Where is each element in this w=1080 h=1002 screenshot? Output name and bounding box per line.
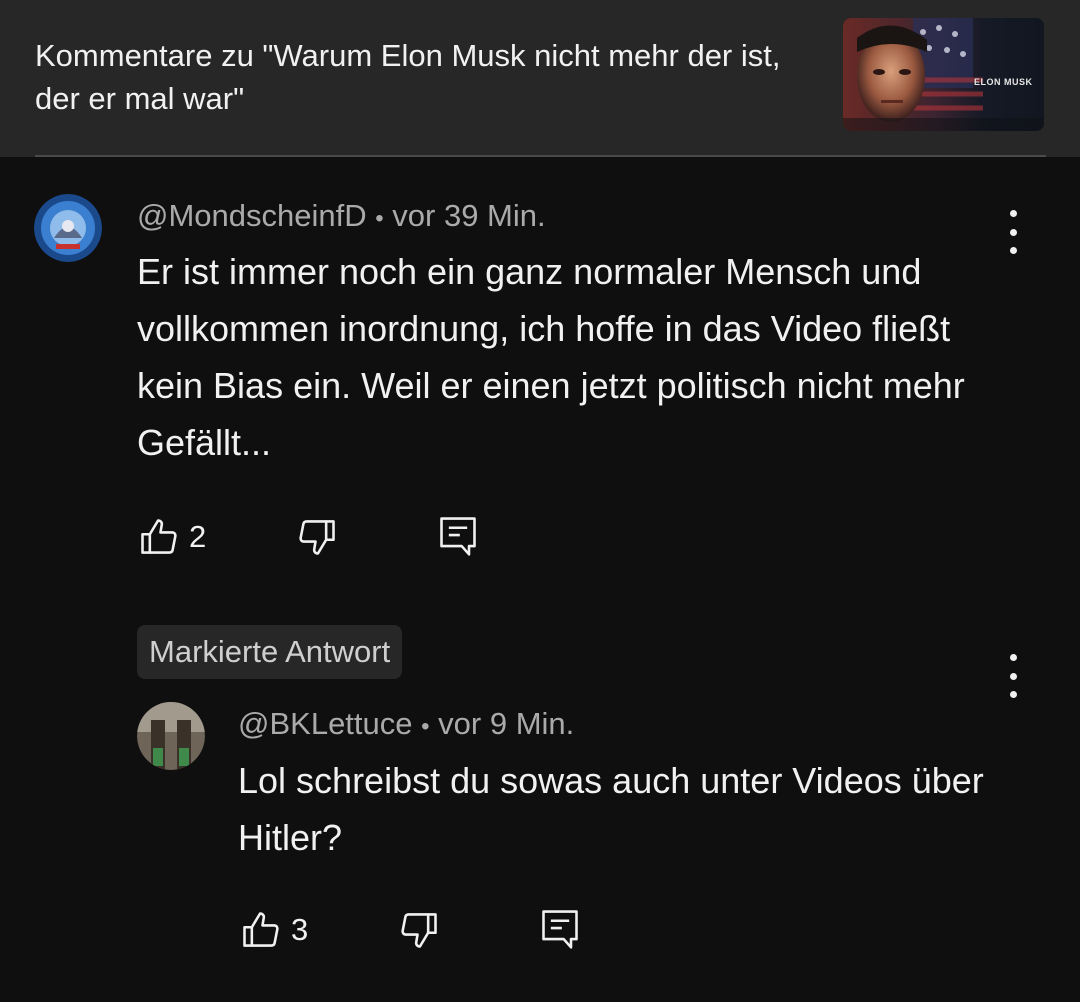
reply-button[interactable] (436, 513, 480, 559)
reply-button[interactable] (538, 906, 582, 952)
meta-separator: • (421, 713, 430, 740)
reply-text: Lol schreibst du sowas auch unter Videos… (238, 760, 984, 858)
avatar[interactable] (137, 702, 205, 770)
like-button[interactable]: 3 (239, 908, 308, 952)
like-count: 2 (189, 519, 207, 554)
avatar-image (137, 702, 205, 770)
reply-icon (542, 910, 578, 949)
dislike-button[interactable] (397, 908, 441, 952)
avatar[interactable] (34, 194, 102, 262)
comment-author[interactable]: @MondscheinfD (137, 198, 367, 233)
comment-text: Er ist immer noch ein ganz normaler Mens… (137, 251, 965, 463)
reply-time: vor 9 Min. (438, 706, 575, 741)
like-button[interactable]: 2 (137, 515, 206, 559)
thumbnail-label: ELON MUSK (974, 77, 1033, 87)
reply-author[interactable]: @BKLettuce (238, 706, 413, 741)
comments-header: Kommentare zu "Warum Elon Musk nicht meh… (0, 0, 1080, 157)
reply-icon (440, 517, 476, 556)
reply-meta: @BKLettuce • vor 9 Min. (238, 706, 574, 742)
video-thumbnail[interactable]: ELON MUSK (843, 18, 1044, 131)
avatar-image (34, 194, 102, 262)
thumbs-up-icon (243, 912, 279, 947)
header-title: Kommentare zu "Warum Elon Musk nicht meh… (35, 38, 781, 116)
comment-time: vor 39 Min. (392, 198, 546, 233)
more-vertical-icon[interactable] (1001, 652, 1025, 700)
thumbs-down-icon (299, 520, 335, 555)
highlighted-reply-badge: Markierte Antwort (137, 625, 403, 679)
comment-meta: @MondscheinfD • vor 39 Min. (137, 198, 546, 234)
like-count: 3 (291, 912, 309, 947)
meta-separator: • (375, 205, 384, 232)
thumbs-down-icon (401, 913, 437, 948)
thumbs-up-icon (141, 519, 177, 554)
header-divider (35, 155, 1046, 157)
dislike-button[interactable] (295, 515, 339, 559)
thumbnail-image (843, 18, 1044, 131)
